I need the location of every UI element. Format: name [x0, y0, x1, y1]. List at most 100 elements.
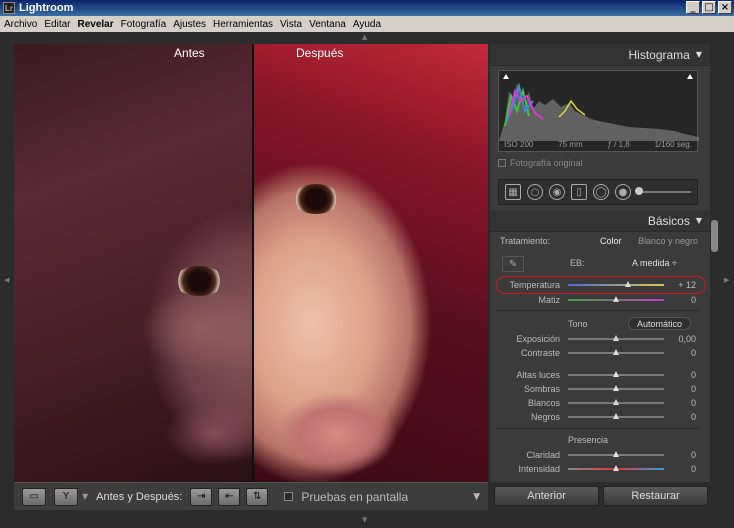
loupe-view-button[interactable]: ▭ [22, 487, 46, 506]
auto-tone-button[interactable]: Automático [628, 317, 692, 330]
menu-ajustes[interactable]: Ajustes [173, 19, 206, 30]
wb-preset-select[interactable]: A medida ÷ [632, 258, 677, 268]
bottom-panel-toggle-icon[interactable]: ▼ [362, 516, 367, 524]
view-toolbar: ▭ Y ▼ Antes y Después: ⇥ ⇤ ⇅ Pruebas en … [14, 482, 488, 510]
wb-row: EB: A medida ÷ [490, 256, 700, 270]
tint-slider-row[interactable]: Matiz 0 [490, 293, 700, 307]
swap-before-after-button[interactable]: ⇅ [246, 487, 269, 506]
shutter-value: 1/160 seg. [654, 140, 692, 149]
exposure-label: Exposición [516, 334, 560, 344]
treatment-color-option[interactable]: Color [600, 236, 622, 246]
whites-slider-row[interactable]: Blancos 0 [490, 396, 700, 410]
aperture-value: ƒ / 1,8 [607, 140, 630, 149]
clarity-slider-row[interactable]: Claridad 0 [490, 448, 700, 462]
collapse-histogram-icon[interactable]: ▼ [696, 50, 702, 59]
maximize-button[interactable]: □ [702, 1, 716, 14]
contrast-value[interactable]: 0 [662, 348, 696, 358]
whites-track[interactable] [568, 399, 664, 405]
basic-panel-header[interactable]: Básicos ▼ [490, 210, 710, 232]
right-panel-toggle-icon[interactable]: ▶ [724, 276, 729, 284]
copy-after-to-before-button[interactable]: ⇤ [218, 487, 241, 506]
menu-vista[interactable]: Vista [280, 19, 302, 30]
toolbar-menu-icon[interactable]: ▼ [473, 492, 480, 502]
vibrance-track[interactable] [568, 465, 664, 471]
after-photo [252, 44, 488, 482]
shadows-slider-row[interactable]: Sombras 0 [490, 382, 700, 396]
menu-archivo[interactable]: Archivo [4, 19, 37, 30]
minimize-button[interactable]: _ [686, 1, 700, 14]
shadows-value[interactable]: 0 [662, 384, 696, 394]
photo-comparison[interactable]: Antes Después [14, 44, 488, 482]
tint-value[interactable]: 0 [662, 295, 696, 305]
menu-herramientas[interactable]: Herramientas [213, 19, 273, 30]
view-dropdown-icon[interactable]: ▼ [82, 492, 88, 501]
exposure-value[interactable]: 0,00 [662, 334, 696, 344]
clarity-track[interactable] [568, 451, 664, 457]
adjustment-brush-icon[interactable]: ● [615, 184, 631, 200]
tint-track[interactable] [568, 296, 664, 302]
highlights-slider-row[interactable]: Altas luces 0 [490, 368, 700, 382]
blacks-value[interactable]: 0 [662, 412, 696, 422]
section-divider [496, 428, 700, 429]
left-panel-toggle-icon[interactable]: ◀ [4, 276, 9, 284]
shadows-thumb[interactable] [613, 385, 619, 391]
before-after-view-button[interactable]: Y [54, 487, 78, 506]
reset-button[interactable]: Restaurar [603, 486, 708, 506]
tool-slider[interactable] [635, 187, 691, 195]
radial-filter-icon[interactable]: ◯ [593, 184, 609, 200]
original-photo-toggle[interactable]: Fotografía original [498, 158, 583, 168]
panel-scrollbar-thumb[interactable] [711, 220, 718, 252]
exposure-slider-row[interactable]: Exposición 0,00 [490, 332, 700, 346]
clarity-value[interactable]: 0 [662, 450, 696, 460]
whites-label: Blancos [527, 398, 560, 408]
clarity-thumb[interactable] [613, 451, 619, 457]
top-panel-toggle-icon[interactable]: ▲ [362, 33, 367, 41]
after-label: Después [296, 46, 344, 60]
histogram-header[interactable]: Histograma ▼ [490, 44, 710, 66]
blacks-track[interactable] [568, 413, 664, 419]
menu-revelar[interactable]: Revelar [77, 19, 113, 30]
whites-thumb[interactable] [613, 399, 619, 405]
graduated-filter-icon[interactable]: ▯ [571, 184, 587, 200]
focal-length-value: 75 mm [558, 140, 583, 149]
shadows-track[interactable] [568, 385, 664, 391]
menu-editar[interactable]: Editar [44, 19, 70, 30]
wb-label: EB: [570, 258, 585, 268]
copy-before-to-after-button[interactable]: ⇥ [190, 487, 213, 506]
after-eye [292, 184, 340, 214]
highlights-value[interactable]: 0 [662, 370, 696, 380]
highlights-thumb[interactable] [613, 371, 619, 377]
blacks-thumb[interactable] [613, 413, 619, 419]
temperature-value[interactable]: + 12 [662, 280, 696, 290]
crop-overlay-icon[interactable]: ▦ [505, 184, 521, 200]
previous-button[interactable]: Anterior [494, 486, 599, 506]
spot-removal-icon[interactable]: ○ [527, 184, 543, 200]
treatment-bw-option[interactable]: Blanco y negro [638, 236, 698, 246]
red-eye-icon[interactable]: ◉ [549, 184, 565, 200]
close-button[interactable]: × [718, 1, 732, 14]
panel-scrollbar[interactable] [710, 44, 720, 482]
vibrance-thumb[interactable] [613, 465, 619, 471]
menu-fotografia[interactable]: Fotografía [121, 19, 167, 30]
blacks-slider-row[interactable]: Negros 0 [490, 410, 700, 424]
temperature-thumb[interactable] [625, 281, 632, 287]
highlights-track[interactable] [568, 371, 664, 377]
contrast-track[interactable] [568, 349, 664, 355]
temperature-slider-row[interactable]: Temperatura + 12 [490, 278, 700, 292]
contrast-slider-row[interactable]: Contraste 0 [490, 346, 700, 360]
tint-thumb[interactable] [613, 296, 619, 302]
before-label: Antes [174, 46, 205, 60]
collapse-basic-icon[interactable]: ▼ [696, 216, 702, 225]
temperature-track[interactable] [568, 281, 664, 287]
original-photo-checkbox[interactable] [498, 159, 506, 167]
exposure-track[interactable] [568, 335, 664, 341]
menu-ventana[interactable]: Ventana [309, 19, 346, 30]
vibrance-value[interactable]: 0 [662, 464, 696, 474]
menu-ayuda[interactable]: Ayuda [353, 19, 381, 30]
soft-proofing-checkbox[interactable] [284, 492, 294, 501]
exposure-thumb[interactable] [613, 335, 619, 341]
vibrance-slider-row[interactable]: Intensidad 0 [490, 462, 700, 476]
whites-value[interactable]: 0 [662, 398, 696, 408]
contrast-thumb[interactable] [613, 349, 619, 355]
tool-strip: ▦ ○ ◉ ▯ ◯ ● [498, 179, 698, 205]
